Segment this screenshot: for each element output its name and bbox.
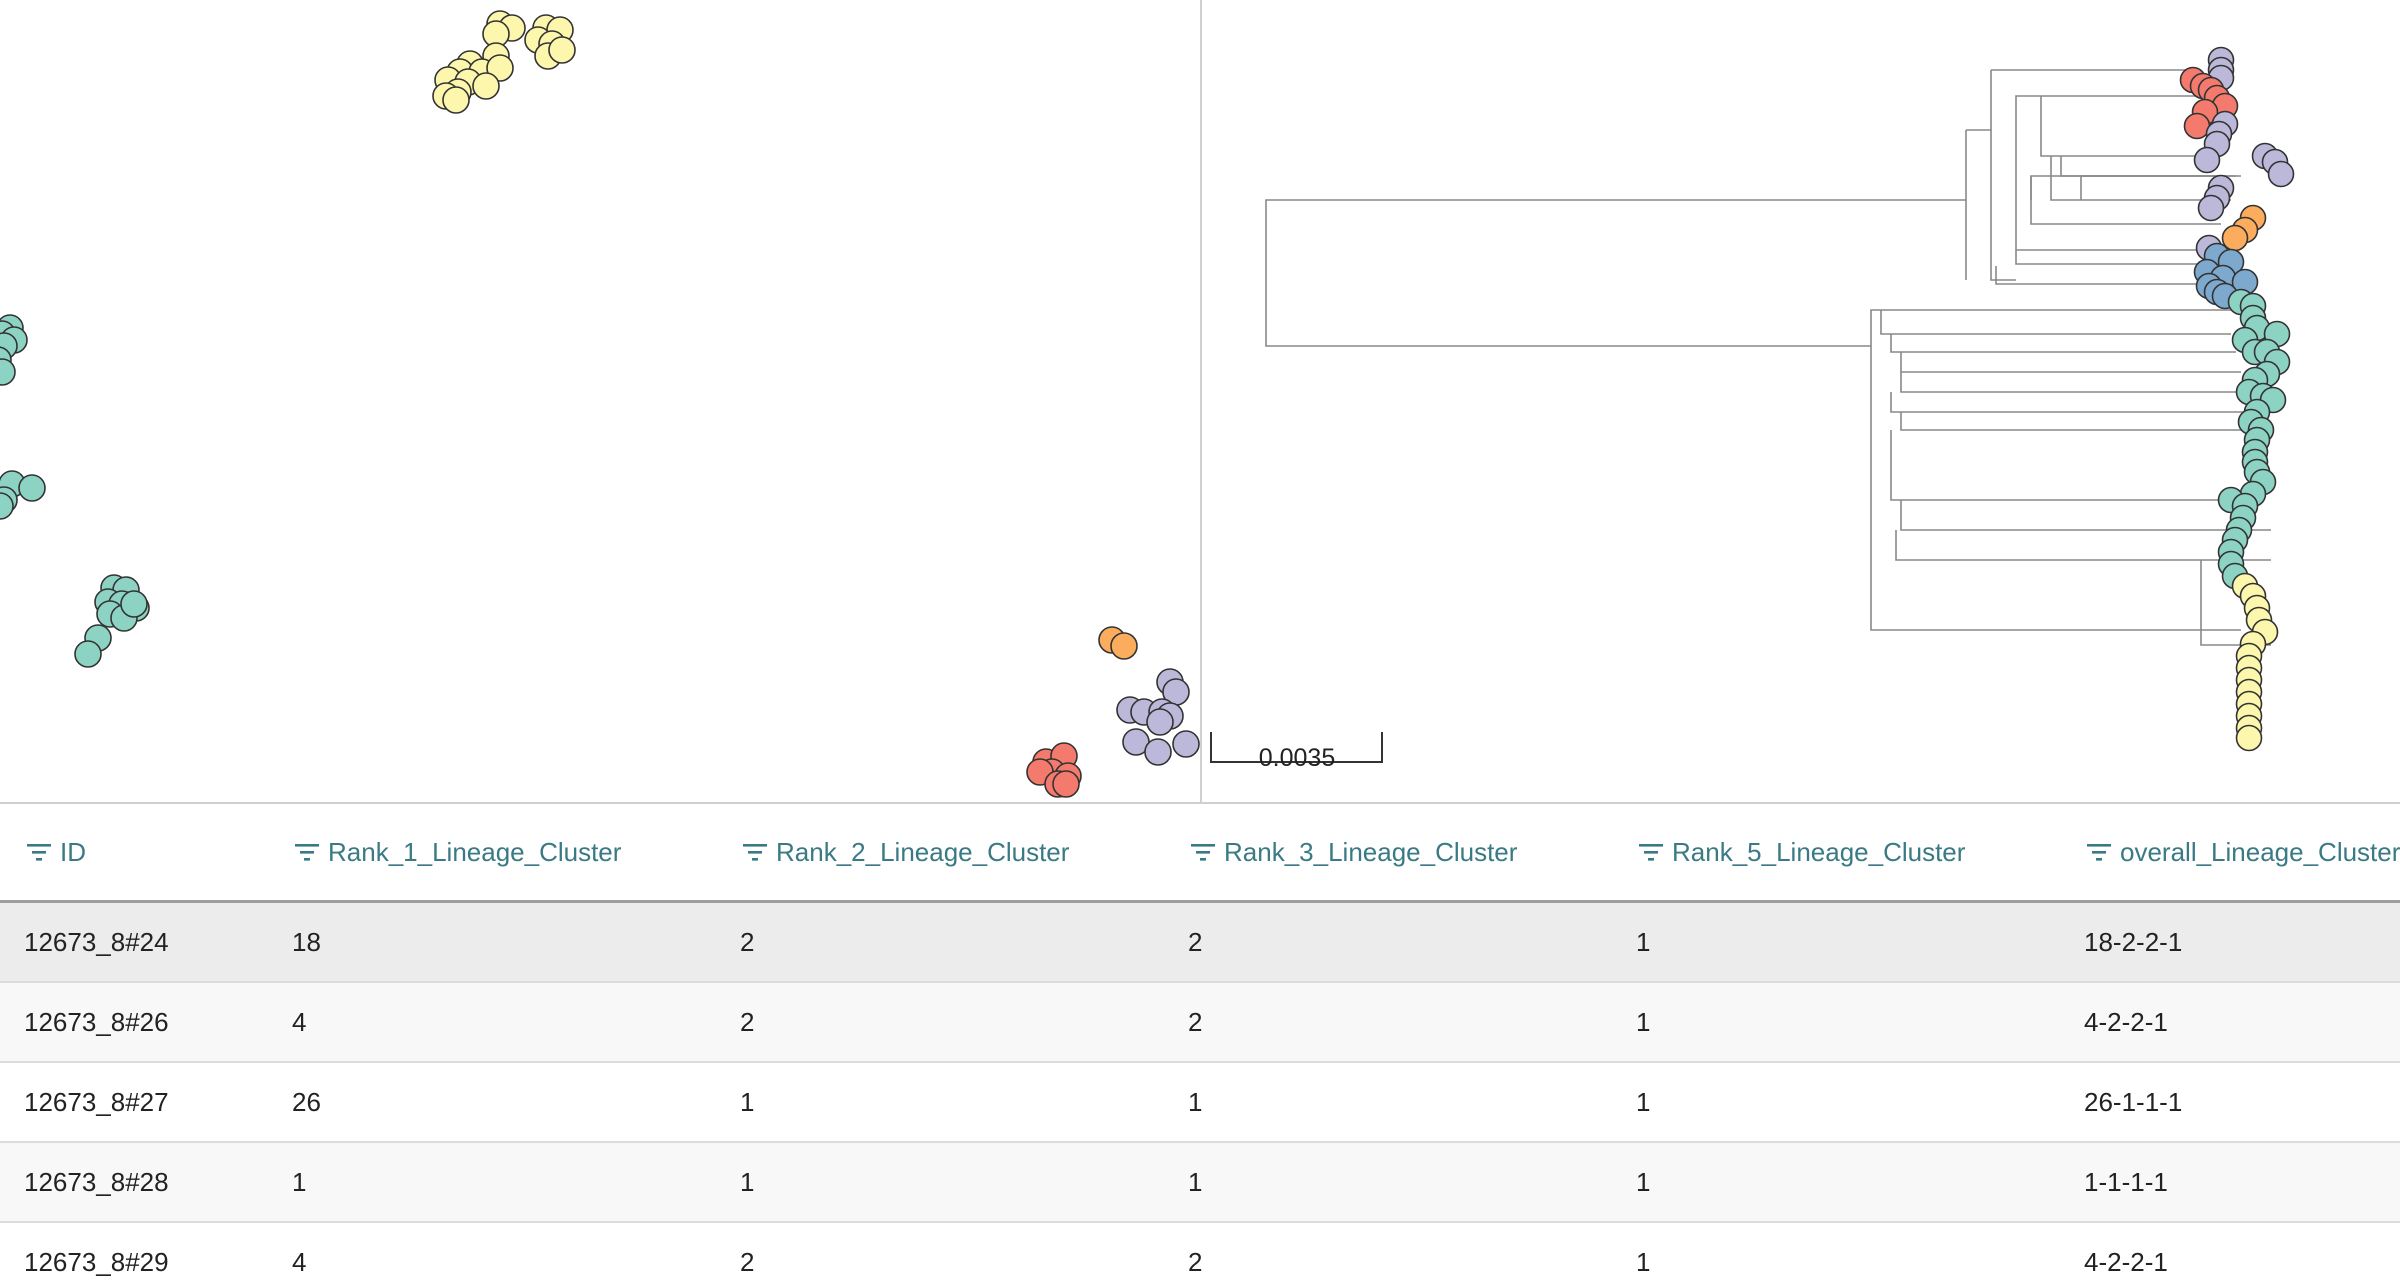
filter-icon[interactable] — [742, 842, 768, 862]
cell-rank-2: 2 — [716, 1222, 1164, 1282]
column-header-label: overall_Lineage_Cluster — [2120, 836, 2400, 867]
cell-rank-5: 1 — [1612, 1062, 2060, 1143]
metadata-table: ID Rank_1_Lineage_Cluster Rank_2_Lineage… — [0, 804, 2400, 1282]
column-header-label: ID — [60, 836, 86, 867]
phylogenetic-tree[interactable]: 0.0035 — [1201, 0, 2400, 802]
sample-node[interactable] — [1146, 708, 1174, 736]
column-header-label: Rank_3_Lineage_Cluster — [1224, 836, 1518, 867]
cell-rank-5: 1 — [1612, 982, 2060, 1063]
tree-branch — [2015, 95, 2201, 130]
sample-node[interactable] — [2267, 160, 2295, 188]
cell-rank-2: 2 — [716, 901, 1164, 983]
cell-rank-1: 18 — [268, 901, 716, 983]
table-row[interactable]: 12673_8#27 26 1 1 1 26-1-1-1 — [0, 1062, 2400, 1143]
phylogenetic-tree-panel[interactable]: 0.0035 — [1201, 0, 2400, 802]
sample-node[interactable] — [74, 640, 102, 668]
table-row[interactable]: 12673_8#24 18 2 2 1 18-2-2-1 — [0, 901, 2400, 983]
cell-id: 12673_8#26 — [0, 982, 268, 1063]
cell-overall: 26-1-1-1 — [2060, 1062, 2400, 1143]
table-row[interactable]: 12673_8#26 4 2 2 1 4-2-2-1 — [0, 982, 2400, 1063]
tree-branch — [1900, 372, 2246, 393]
sample-node[interactable] — [1172, 730, 1200, 758]
tree-scale-bar: 0.0035 — [1210, 732, 1383, 772]
filter-icon[interactable] — [26, 842, 52, 862]
cell-overall: 1-1-1-1 — [2060, 1142, 2400, 1223]
tree-branch — [1990, 130, 2016, 281]
tree-branch — [1880, 310, 2231, 335]
cell-rank-1: 26 — [268, 1062, 716, 1143]
column-header-overall[interactable]: overall_Lineage_Cluster — [2060, 804, 2400, 903]
cell-id: 12673_8#24 — [0, 901, 268, 983]
filter-icon[interactable] — [294, 842, 320, 862]
cell-rank-1: 4 — [268, 982, 716, 1063]
cluster-map-panel[interactable] — [0, 0, 1200, 802]
cell-rank-5: 1 — [1612, 1142, 2060, 1223]
cell-overall: 4-2-2-1 — [2060, 1222, 2400, 1282]
cell-rank-5: 1 — [1612, 901, 2060, 983]
cell-rank-3: 1 — [1164, 1062, 1612, 1143]
table-row[interactable]: 12673_8#29 4 2 2 1 4-2-2-1 — [0, 1222, 2400, 1282]
filter-icon[interactable] — [1190, 842, 1216, 862]
cell-rank-3: 2 — [1164, 1222, 1612, 1282]
sample-node[interactable] — [472, 72, 500, 100]
tree-branch — [1890, 334, 2236, 353]
filter-icon[interactable] — [2086, 842, 2112, 862]
tree-branch — [1890, 392, 2251, 413]
cell-rank-2: 1 — [716, 1142, 1164, 1223]
sample-node[interactable] — [548, 36, 576, 64]
visualization-area: 0.0035 — [0, 0, 2400, 804]
cell-id: 12673_8#29 — [0, 1222, 268, 1282]
cell-rank-1: 1 — [268, 1142, 716, 1223]
cell-rank-5: 1 — [1612, 1222, 2060, 1282]
sample-node[interactable] — [1144, 738, 1172, 766]
sample-node[interactable] — [18, 474, 46, 502]
cell-overall: 4-2-2-1 — [2060, 982, 2400, 1063]
sample-node[interactable] — [2235, 724, 2263, 752]
column-header-id[interactable]: ID — [0, 804, 268, 903]
table-row[interactable]: 12673_8#28 1 1 1 1 1-1-1-1 — [0, 1142, 2400, 1223]
tree-branch — [1265, 199, 1966, 347]
table-header-row: ID Rank_1_Lineage_Cluster Rank_2_Lineage… — [0, 804, 2400, 903]
cell-rank-3: 1 — [1164, 1142, 1612, 1223]
tree-branch — [1900, 352, 2241, 373]
cell-overall: 18-2-2-1 — [2060, 901, 2400, 983]
column-header-rank-5[interactable]: Rank_5_Lineage_Cluster — [1612, 804, 2060, 903]
cluster-map[interactable] — [0, 0, 1200, 802]
tree-branch — [2015, 130, 2206, 251]
column-header-label: Rank_1_Lineage_Cluster — [328, 836, 622, 867]
sample-node[interactable] — [120, 590, 148, 618]
cell-rank-3: 2 — [1164, 901, 1612, 983]
tree-branch — [1890, 430, 2261, 501]
scale-bar-label: 0.0035 — [1259, 744, 1335, 772]
cell-rank-2: 2 — [716, 982, 1164, 1063]
cell-id: 12673_8#28 — [0, 1142, 268, 1223]
tree-branch — [1895, 530, 2271, 561]
tree-branch — [1900, 412, 2256, 431]
tree-branch — [1966, 70, 1992, 131]
sample-node[interactable] — [2193, 146, 2221, 174]
tree-branch — [1870, 309, 2231, 346]
column-header-rank-2[interactable]: Rank_2_Lineage_Cluster — [716, 804, 1164, 903]
tree-branch — [2030, 175, 2226, 200]
sample-node[interactable] — [2197, 194, 2225, 222]
sample-node[interactable] — [0, 358, 16, 386]
cell-rank-3: 2 — [1164, 982, 1612, 1063]
tree-branch — [1995, 266, 2211, 285]
column-header-rank-1[interactable]: Rank_1_Lineage_Cluster — [268, 804, 716, 903]
sample-node[interactable] — [1110, 632, 1138, 660]
sample-node[interactable] — [442, 86, 470, 114]
tree-branch — [1870, 346, 2241, 631]
cell-rank-2: 1 — [716, 1062, 1164, 1143]
tree-branch — [1900, 500, 2271, 531]
column-header-label: Rank_5_Lineage_Cluster — [1672, 836, 1966, 867]
column-header-rank-3[interactable]: Rank_3_Lineage_Cluster — [1164, 804, 1612, 903]
cell-rank-1: 4 — [268, 1222, 716, 1282]
sample-node[interactable] — [1052, 770, 1080, 798]
tree-branch — [2015, 250, 2221, 265]
filter-icon[interactable] — [1638, 842, 1664, 862]
cell-id: 12673_8#27 — [0, 1062, 268, 1143]
column-header-label: Rank_2_Lineage_Cluster — [776, 836, 1070, 867]
